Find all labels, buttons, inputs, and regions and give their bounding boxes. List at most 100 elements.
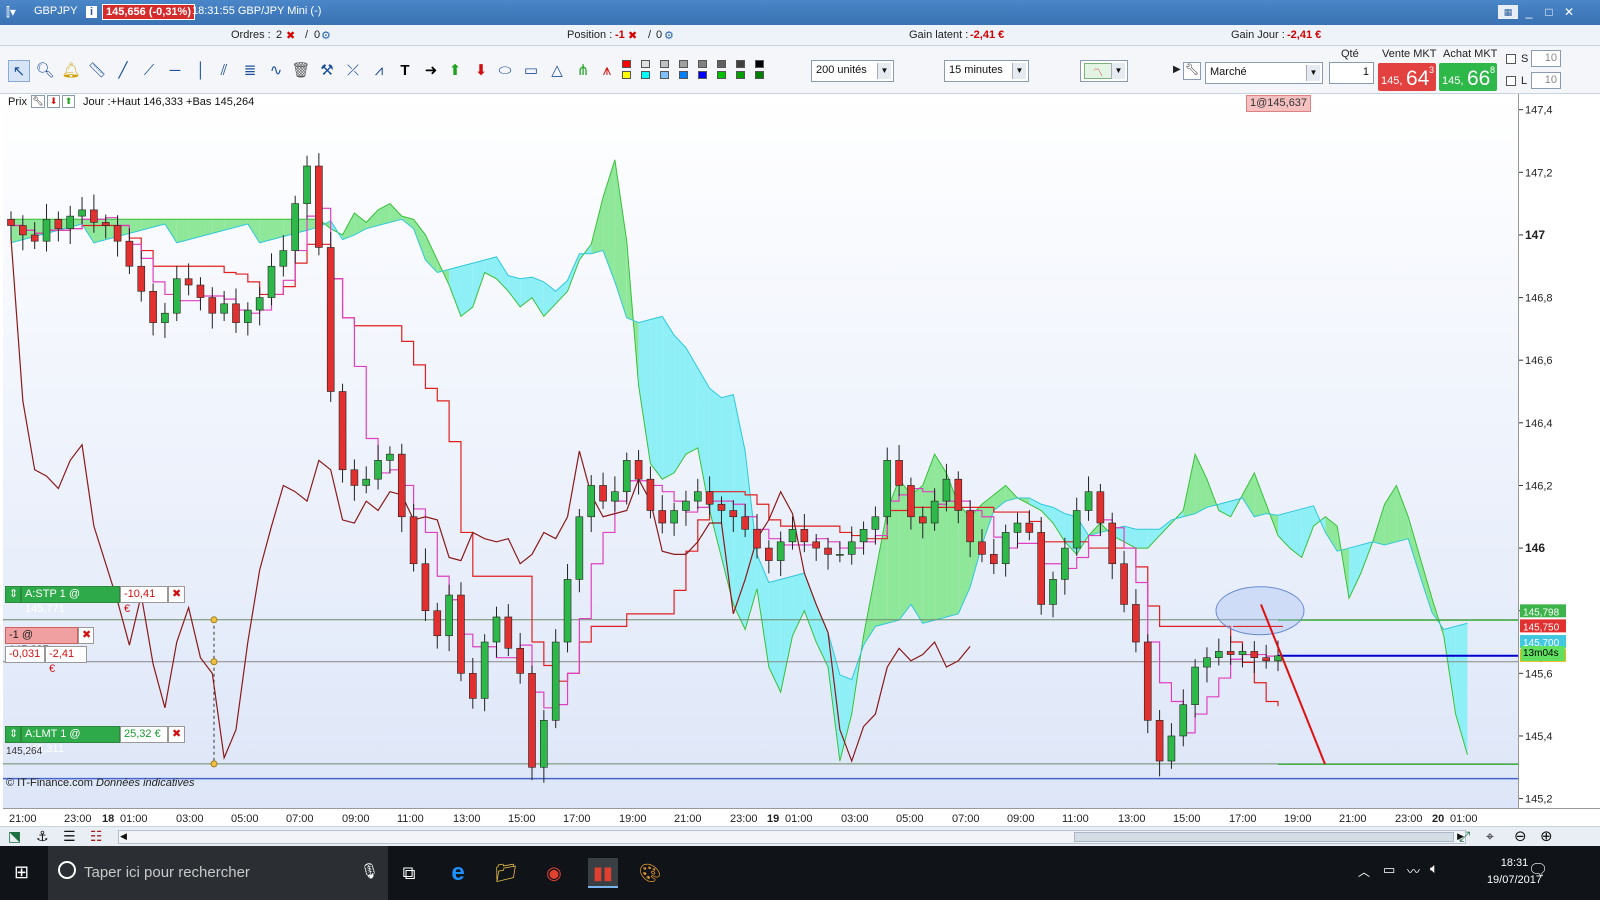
color-swatch[interactable] xyxy=(679,71,688,79)
position-gear-icon[interactable]: ⚙ xyxy=(664,29,674,42)
ray-icon[interactable]: ⟋ xyxy=(138,60,160,82)
microphone-icon[interactable]: 🎙︎ xyxy=(360,862,379,880)
wave-icon[interactable]: ∿ xyxy=(265,60,287,82)
indicator-select[interactable]: 〽 ▼ xyxy=(1080,60,1128,82)
limit-cancel-icon[interactable]: ✖ xyxy=(168,726,185,743)
task-view-icon[interactable]: ⧉ xyxy=(394,858,424,888)
timeframe-select[interactable]: 15 minutes ▼ xyxy=(944,60,1029,82)
color-swatch[interactable] xyxy=(698,60,707,68)
wifi-icon[interactable]: 〰 xyxy=(1407,861,1420,880)
vertical-line-icon[interactable]: │ xyxy=(190,60,212,82)
arrow-down-icon[interactable]: ⬇ xyxy=(470,60,492,82)
stop-drag-handle[interactable]: ⇕ xyxy=(5,586,21,603)
stop-order-label[interactable]: A:STP 1 @ 145,771 xyxy=(21,586,120,615)
maximize-icon[interactable]: □ xyxy=(1542,5,1556,19)
color-swatch[interactable] xyxy=(698,71,707,79)
scroll-left-icon[interactable]: ◀ xyxy=(120,831,127,842)
price-chart[interactable] xyxy=(3,94,1518,808)
buy-market-button[interactable]: 145, 66 8 xyxy=(1439,63,1497,91)
color-swatch[interactable] xyxy=(755,71,764,79)
arrow-right-icon[interactable]: ➜ xyxy=(420,60,442,82)
order-type-select[interactable]: Marché ▼ xyxy=(1205,62,1323,84)
color-swatch[interactable] xyxy=(660,71,669,79)
position-value[interactable]: -1 xyxy=(615,29,625,41)
windows-start-icon[interactable]: ⊞ xyxy=(14,862,29,883)
zoom-fit-icon[interactable]: ⌖ xyxy=(1486,828,1494,845)
chrome-browser-icon[interactable]: ◉ xyxy=(539,858,569,888)
paint-icon[interactable]: 🎨︎ xyxy=(635,858,665,888)
stop-cancel-icon[interactable]: ✖ xyxy=(168,586,185,603)
alert-bell-icon[interactable]: 🔔︎ xyxy=(60,60,82,82)
info-icon[interactable]: i xyxy=(86,6,97,18)
horizontal-line-icon[interactable]: ─ xyxy=(164,60,186,82)
buy-arrow-icon[interactable]: ⬆ xyxy=(62,95,75,108)
layers-icon[interactable]: ☷ xyxy=(90,828,103,845)
volume-icon[interactable]: 🔈︎ xyxy=(1430,860,1438,877)
limit-checkbox[interactable] xyxy=(1506,76,1516,86)
fibonacci-icon[interactable]: ≣ xyxy=(239,60,261,82)
rectangle-icon[interactable]: ▭ xyxy=(520,60,542,82)
keyboard-icon[interactable]: ▦ xyxy=(1498,5,1518,19)
battery-icon[interactable]: ▭ xyxy=(1383,862,1395,878)
time-axis[interactable]: 21:00 23:00 18 01:00 03:00 05:00 07:00 09:00 11:… xyxy=(3,808,1600,826)
minimize-icon[interactable]: _ xyxy=(1522,5,1536,19)
color-swatch[interactable] xyxy=(660,60,669,68)
trading-app-icon[interactable]: ▮▮ xyxy=(588,858,618,888)
stop-distance-input[interactable]: 10 xyxy=(1531,50,1561,67)
channel-icon[interactable]: ⫽ xyxy=(213,60,235,82)
ellipse-icon[interactable]: ⬭ xyxy=(494,60,516,82)
color-swatch[interactable] xyxy=(717,71,726,79)
limit-order-label[interactable]: A:LMT 1 @ 145,311 xyxy=(21,726,120,755)
position-close-x-icon[interactable]: ✖ xyxy=(78,627,94,644)
edge-browser-icon[interactable]: e xyxy=(443,858,473,888)
qty-input[interactable]: 1 xyxy=(1329,62,1374,84)
wrench-small-icon[interactable]: 🔧︎ xyxy=(31,95,45,108)
ruler-icon[interactable]: 📏︎ xyxy=(86,60,108,82)
taskbar-search[interactable]: Taper ici pour rechercher 🎙︎ xyxy=(48,846,388,900)
stop-checkbox[interactable] xyxy=(1506,54,1516,64)
close-icon[interactable]: ✕ xyxy=(1562,5,1576,19)
sell-market-button[interactable]: 145, 64 3 xyxy=(1378,63,1436,91)
trash-icon[interactable]: 🗑︎ xyxy=(290,60,312,82)
hammer-icon[interactable]: ⚒ xyxy=(316,60,338,82)
color-swatch[interactable] xyxy=(755,60,764,68)
scroll-thumb[interactable] xyxy=(1074,832,1454,842)
position-order-label[interactable]: -1 @ 145,637 xyxy=(5,627,78,656)
limit-drag-handle[interactable]: ⇕ xyxy=(5,726,21,743)
pitchfork-icon[interactable]: ⋔ xyxy=(572,60,594,82)
color-swatch[interactable] xyxy=(736,60,745,68)
text-tool-icon[interactable]: T xyxy=(394,60,416,82)
color-swatch[interactable] xyxy=(641,71,650,79)
sell-arrow-icon[interactable]: ⬇ xyxy=(47,95,60,108)
orders-cancel-icon[interactable]: ✖ xyxy=(286,29,295,42)
zoom-in-icon[interactable]: ⊕ xyxy=(1540,827,1553,845)
wrench-icon[interactable]: 🔧︎ xyxy=(1183,62,1201,80)
symbol-name[interactable]: GBPJPY xyxy=(34,5,77,17)
anchor-icon[interactable]: ⚓︎ xyxy=(36,828,49,845)
color-swatch[interactable] xyxy=(717,60,726,68)
file-explorer-icon[interactable]: 📁︎ xyxy=(491,858,521,888)
pointer-icon[interactable]: ↖ xyxy=(8,60,30,82)
fan-icon[interactable]: ⩘ xyxy=(368,60,390,82)
tray-chevron-icon[interactable]: ︿ xyxy=(1358,863,1370,880)
auto-scale-icon[interactable]: ⤢ xyxy=(1459,828,1470,845)
zoom-icon[interactable]: 🔍︎ xyxy=(34,60,56,82)
gann-icon[interactable]: ⩚ xyxy=(596,60,618,82)
units-select[interactable]: 200 unités ▼ xyxy=(811,60,894,82)
price-axis[interactable]: 147,4 147,2 147 146,8 146,6 146,4 146,2 146 145,… xyxy=(1518,94,1600,808)
orders-gear-icon[interactable]: ⚙ xyxy=(321,29,331,42)
chart-type-icon[interactable]: ⬔ xyxy=(8,828,21,845)
limit-distance-input[interactable]: 10 xyxy=(1531,72,1561,89)
color-palette[interactable] xyxy=(622,60,774,82)
position-close-icon[interactable]: ✖ xyxy=(628,29,637,42)
color-swatch[interactable] xyxy=(641,60,650,68)
crosshair-tool-icon[interactable]: ⤫ xyxy=(342,60,364,82)
chart-svg[interactable] xyxy=(3,94,1518,808)
color-swatch[interactable] xyxy=(679,60,688,68)
panel-expand-icon[interactable]: ▶ xyxy=(1173,64,1181,75)
chart-scrollbar[interactable]: ◀ ▶ xyxy=(118,830,1466,844)
trendline-icon[interactable]: ╱ xyxy=(112,60,134,82)
arrow-up-icon[interactable]: ⬆ xyxy=(444,60,466,82)
zoom-out-icon[interactable]: ⊖ xyxy=(1514,827,1527,845)
orders-count[interactable]: 2 xyxy=(276,29,282,41)
